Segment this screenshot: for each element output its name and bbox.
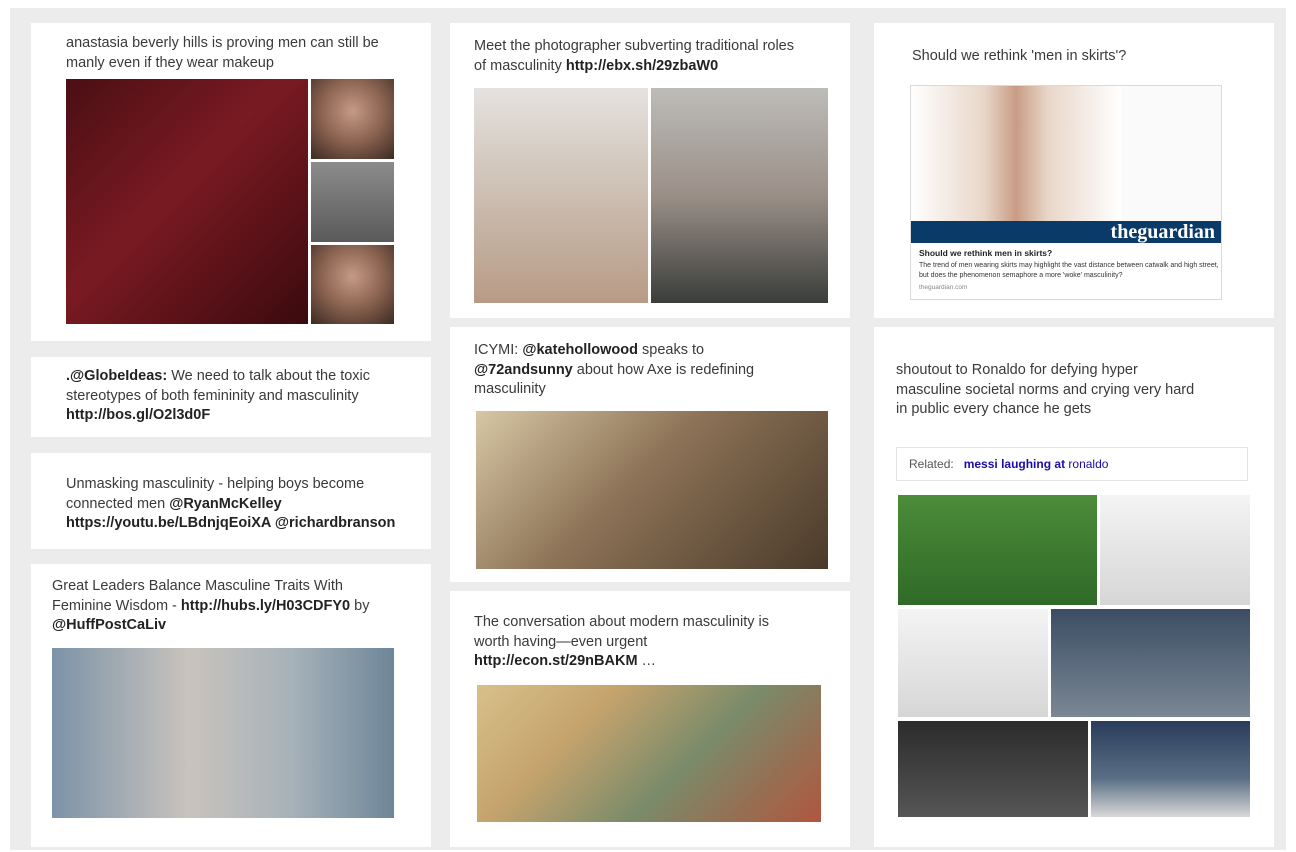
mention-handle[interactable]: .@GlobeIdeas: xyxy=(66,368,167,384)
collage-image-2[interactable] xyxy=(1100,495,1250,605)
preview-title: Should we rethink men in skirts? xyxy=(919,248,1053,258)
preview-image xyxy=(911,86,1121,221)
post-image-thumb-2[interactable] xyxy=(311,162,394,242)
related-query-link[interactable]: messi laughing at ronaldo xyxy=(964,457,1109,471)
post-text: Should we rethink 'men in skirts'? xyxy=(912,48,1127,64)
preview-description: The trend of men wearing skirts may high… xyxy=(919,262,1219,279)
post-text: shoutout to Ronaldo for defying hyper ma… xyxy=(896,362,1195,417)
post-card-guardian[interactable]: Should we rethink 'men in skirts'? thegu… xyxy=(874,23,1274,318)
post-text: The conversation about modern masculinit… xyxy=(474,613,794,672)
post-text-ellipsis: … xyxy=(637,653,657,669)
post-image-right[interactable] xyxy=(651,88,828,303)
related-search-bar[interactable]: Related: messi laughing at ronaldo xyxy=(896,447,1248,481)
post-text: Unmasking masculinity - helping boys bec… xyxy=(66,475,406,534)
post-text: .@GlobeIdeas: We need to talk about the … xyxy=(66,367,406,426)
post-text-prefix: ICYMI: xyxy=(474,342,523,358)
post-link[interactable]: http://econ.st/29nBAKM xyxy=(474,653,638,669)
post-image-main[interactable] xyxy=(66,79,308,324)
post-card-great-leaders[interactable]: Great Leaders Balance Masculine Traits W… xyxy=(31,564,431,847)
post-image[interactable] xyxy=(476,411,828,569)
preview-comments-pane xyxy=(1121,86,1221,221)
post-link[interactable]: http://hubs.ly/H03CDFY0 xyxy=(181,598,350,614)
collage-image-5[interactable] xyxy=(898,721,1088,817)
mention-handle[interactable]: @HuffPostCaLiv xyxy=(52,617,166,633)
post-card-photographer[interactable]: Meet the photographer subverting traditi… xyxy=(450,23,850,318)
post-card-unmasking[interactable]: Unmasking masculinity - helping boys bec… xyxy=(31,453,431,549)
collage-image-1[interactable] xyxy=(898,495,1097,605)
mention-handle-2[interactable]: @72andsunny xyxy=(474,362,573,378)
collage-image-6[interactable] xyxy=(1091,721,1250,817)
mention-handle-2[interactable]: @richardbranson xyxy=(271,515,396,531)
post-image-thumb-1[interactable] xyxy=(311,79,394,159)
collage-image-3[interactable] xyxy=(898,609,1048,717)
mention-handle-1[interactable]: @katehollowood xyxy=(522,342,638,358)
post-image[interactable] xyxy=(477,685,821,822)
post-image[interactable] xyxy=(52,648,394,818)
post-image-left[interactable] xyxy=(474,88,648,303)
post-text: Meet the photographer subverting traditi… xyxy=(474,37,804,76)
post-text: Great Leaders Balance Masculine Traits W… xyxy=(52,577,392,636)
post-link[interactable]: https://youtu.be/LBdnjqEoiXA xyxy=(66,515,271,531)
post-text-mid: speaks to xyxy=(637,342,705,358)
post-link[interactable]: http://bos.gl/O2l3d0F xyxy=(66,407,210,423)
post-card-economist[interactable]: The conversation about modern masculinit… xyxy=(450,591,850,847)
collage-image-4[interactable] xyxy=(1051,609,1250,717)
related-label: Related: xyxy=(909,457,954,471)
post-text: ICYMI: @katehollowood speaks to @72andsu… xyxy=(474,341,794,400)
post-text-body: The conversation about modern masculinit… xyxy=(474,614,769,650)
post-card-globeideas[interactable]: .@GlobeIdeas: We need to talk about the … xyxy=(31,357,431,437)
post-text: anastasia beverly hills is proving men c… xyxy=(66,35,379,71)
mention-handle[interactable]: @RyanMcKelley xyxy=(169,496,281,512)
preview-url: theguardian.com xyxy=(919,284,968,291)
post-card-icymi[interactable]: ICYMI: @katehollowood speaks to @72andsu… xyxy=(450,327,850,582)
post-card-anastasia[interactable]: anastasia beverly hills is proving men c… xyxy=(31,23,431,341)
post-image-thumb-3[interactable] xyxy=(311,245,394,324)
link-preview[interactable]: theguardian Should we rethink men in ski… xyxy=(910,85,1222,300)
guardian-logo: theguardian xyxy=(911,221,1221,243)
post-text-by: by xyxy=(350,597,370,614)
post-card-ronaldo[interactable]: shoutout to Ronaldo for defying hyper ma… xyxy=(874,327,1274,847)
post-link[interactable]: http://ebx.sh/29zbaW0 xyxy=(566,58,718,74)
